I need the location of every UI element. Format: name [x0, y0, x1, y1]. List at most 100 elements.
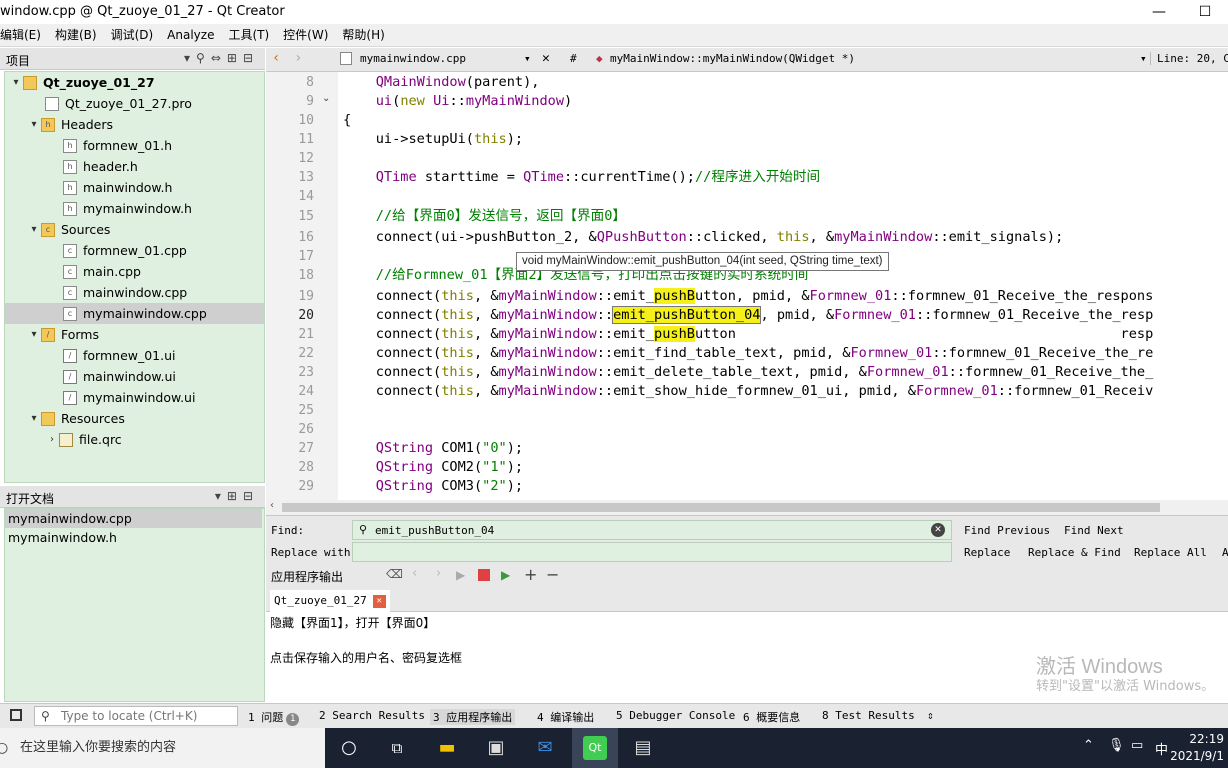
taskbar-clock[interactable]: 22:19 2021/9/1 [1170, 731, 1224, 765]
tree-item-file[interactable]: / formnew_01.ui [63, 345, 176, 366]
chevron-down-icon[interactable]: ▾ [27, 408, 41, 429]
app-window-icon[interactable]: ▤ [631, 736, 655, 760]
scrollbar-thumb[interactable] [282, 503, 1160, 512]
dropdown-icon[interactable]: ▾ [184, 51, 196, 65]
menu-controls[interactable]: 控件(W) [283, 24, 334, 46]
tray-chevron-icon[interactable]: ⌃ [1083, 738, 1094, 753]
menu-debug[interactable]: 调试(D) [111, 24, 160, 46]
chevron-down-icon[interactable]: ▾ [524, 52, 531, 65]
projects-title[interactable]: 项目 [6, 52, 30, 69]
toggle-sidebar-icon[interactable] [10, 709, 22, 721]
microphone-icon[interactable]: 🎙︎ [1108, 738, 1125, 753]
tree-item-file[interactable]: c formnew_01.cpp [63, 240, 187, 261]
forward-icon[interactable]: › [294, 50, 302, 66]
chevron-down-icon[interactable]: ▾ [27, 219, 41, 240]
clear-icon[interactable]: ✕ [931, 523, 945, 537]
find-previous-button[interactable]: Find Previous [964, 524, 1050, 537]
chevron-right-icon[interactable]: › [45, 429, 59, 450]
filter-icon[interactable]: ⚲ [196, 51, 211, 65]
cortana-icon[interactable]: ○ [337, 736, 361, 760]
replace-input[interactable] [352, 542, 952, 562]
menu-edit[interactable]: 编辑(E) [0, 24, 47, 46]
replace-and-find-button[interactable]: Replace & Find [1028, 546, 1121, 559]
chevron-down-icon[interactable]: ▾ [27, 324, 41, 345]
tree-item-project[interactable]: ▾ Qt_zuoye_01_27 [9, 72, 154, 93]
tree-item-file[interactable]: h mymainwindow.h [63, 198, 192, 219]
chevron-down-icon[interactable]: ▾ [1140, 52, 1147, 65]
tree-item-file-selected[interactable]: c mymainwindow.cpp [5, 303, 264, 324]
link-icon[interactable]: ⇔ [211, 51, 227, 65]
tree-item-pro[interactable]: Qt_zuoye_01_27.pro [45, 93, 192, 114]
add-icon[interactable]: + [524, 565, 537, 584]
general-messages-tab[interactable]: 6 概要信息 [743, 709, 800, 725]
mail-icon[interactable]: ✉ [533, 736, 557, 760]
tree-item-file[interactable]: c main.cpp [63, 261, 141, 282]
debugger-console-tab[interactable]: 5 Debugger Console [616, 709, 735, 722]
task-view-icon[interactable]: ⧉ [385, 736, 409, 760]
tree-item-headers[interactable]: ▾ h Headers [27, 114, 113, 135]
store-icon[interactable]: ▣ [484, 736, 508, 760]
clear-output-icon[interactable]: ⌫ [386, 567, 403, 581]
issues-tab[interactable]: 1 问题 1 [248, 709, 300, 726]
more-tabs-icon[interactable]: ⇕ [927, 709, 934, 722]
split-icon[interactable]: ⊞ [227, 51, 243, 65]
run-icon[interactable]: ▶ [456, 568, 465, 582]
close-file-icon[interactable]: ✕ [542, 51, 550, 66]
tree-item-file[interactable]: / mymainwindow.ui [63, 387, 195, 408]
ime-indicator[interactable]: 中 [1155, 739, 1168, 758]
back-icon[interactable]: ‹ [272, 50, 280, 66]
scroll-left-icon[interactable]: ‹ [270, 500, 274, 511]
previous-icon[interactable]: ‹ [412, 566, 417, 581]
file-explorer-icon[interactable]: ▬ [435, 736, 459, 760]
qt-creator-icon[interactable]: Qt [583, 736, 607, 760]
remove-icon[interactable]: − [546, 565, 559, 584]
maximize-button[interactable]: ☐ [1182, 0, 1228, 24]
next-icon[interactable]: › [436, 566, 441, 581]
menu-build[interactable]: 构建(B) [55, 24, 103, 46]
advanced-button[interactable]: A [1222, 546, 1228, 559]
split-icon[interactable]: ⊞ [227, 489, 243, 503]
chevron-down-icon[interactable]: ▾ [27, 114, 41, 135]
code-line: QTime starttime = QTime::currentTime();/… [375, 169, 821, 185]
search-icon[interactable]: ⚲ [359, 523, 367, 536]
search-results-tab[interactable]: 2 Search Results [319, 709, 425, 722]
replace-button[interactable]: Replace [964, 546, 1010, 559]
tree-item-file[interactable]: h header.h [63, 156, 138, 177]
menu-analyze[interactable]: Analyze [167, 24, 220, 46]
dropdown-icon[interactable]: ▾ [215, 489, 227, 503]
tree-item-file[interactable]: h mainwindow.h [63, 177, 172, 198]
tree-item-resources[interactable]: ▾ Resources [27, 408, 124, 429]
file-selector[interactable]: mymainwindow.cpp [360, 52, 466, 65]
find-input[interactable]: ⚲ emit_pushButton_04 ✕ [352, 520, 952, 540]
locator-input[interactable]: ⚲ Type to locate (Ctrl+K) [34, 706, 238, 726]
close-pane-icon[interactable]: ⊟ [243, 489, 259, 503]
close-tab-icon[interactable]: ✕ [372, 594, 386, 608]
horizontal-scrollbar[interactable]: ‹ [266, 500, 1228, 515]
tree-item-file[interactable]: / mainwindow.ui [63, 366, 176, 387]
symbol-selector[interactable]: myMainWindow::myMainWindow(QWidget *) [610, 52, 855, 65]
close-pane-icon[interactable]: ⊟ [243, 51, 259, 65]
network-icon[interactable]: ▭ [1131, 738, 1143, 753]
open-document-item[interactable]: mymainwindow.h [5, 528, 262, 547]
fold-chevron-icon[interactable]: ⌄ [322, 93, 330, 104]
debug-icon[interactable]: ▶ [501, 568, 510, 582]
chevron-down-icon[interactable]: ▾ [9, 72, 23, 93]
menu-tools[interactable]: 工具(T) [228, 24, 275, 46]
tree-item-sources[interactable]: ▾ c Sources [27, 219, 110, 240]
compile-output-tab[interactable]: 4 编译输出 [537, 709, 594, 725]
taskbar-search[interactable]: ○ 在这里输入你要搜索的内容 [0, 728, 325, 768]
minimize-button[interactable]: — [1136, 0, 1182, 24]
tree-item-forms[interactable]: ▾ / Forms [27, 324, 99, 345]
tree-item-qrc[interactable]: › file.qrc [45, 429, 122, 450]
tree-item-file[interactable]: h formnew_01.h [63, 135, 172, 156]
open-document-item[interactable]: mymainwindow.cpp [5, 509, 262, 528]
find-next-button[interactable]: Find Next [1064, 524, 1124, 537]
output-tab[interactable]: Qt_zuoye_01_27 ✕ [270, 590, 390, 612]
application-output-tab[interactable]: 3 应用程序输出 [430, 709, 516, 725]
menu-help[interactable]: 帮助(H) [342, 24, 390, 46]
stop-icon[interactable] [478, 569, 490, 581]
code-editor[interactable]: 8 9 ⌄ 10 11 12 13 14 15 16 17 18 19 20 2… [266, 72, 1228, 500]
replace-all-button[interactable]: Replace All [1134, 546, 1207, 559]
test-results-tab[interactable]: 8 Test Results [822, 709, 915, 722]
tree-item-file[interactable]: c mainwindow.cpp [63, 282, 187, 303]
